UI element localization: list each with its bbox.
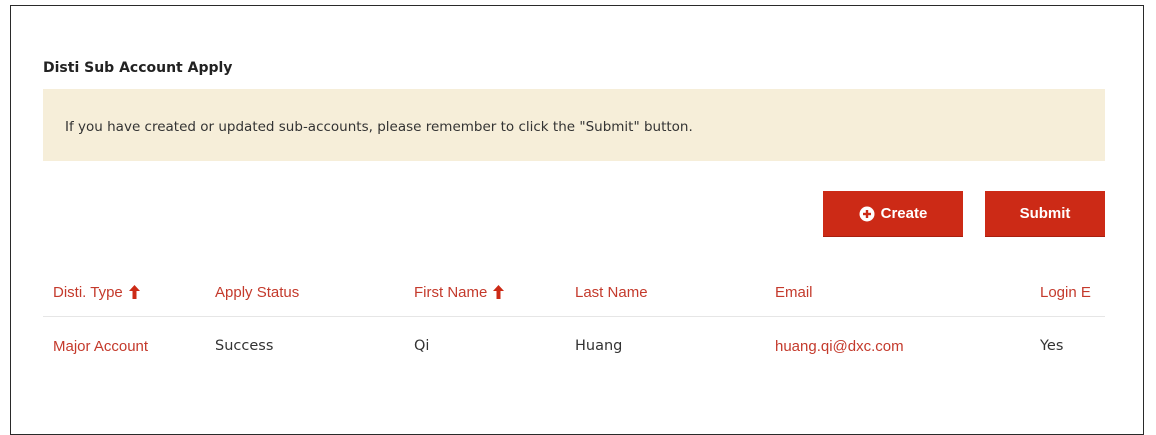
table-header-row: Disti. Type Apply Status First Name Last… [43, 268, 1105, 317]
column-header-label: Disti. Type [53, 283, 123, 301]
cell-first-name: Qi [414, 338, 430, 354]
cell-last-name: Huang [575, 338, 623, 354]
column-header-label: First Name [414, 283, 488, 301]
column-header-label: Last Name [575, 283, 648, 301]
plus-circle-icon [859, 206, 875, 222]
submit-button-label: Submit [1019, 205, 1071, 222]
column-header-disti-type[interactable]: Disti. Type [53, 268, 140, 316]
cell-login-enabled: Yes [1040, 338, 1064, 354]
create-button-label: Create [880, 205, 928, 222]
notice-text: If you have created or updated sub-accou… [65, 119, 693, 135]
column-header-login-enabled[interactable]: Login E [1040, 268, 1091, 316]
column-header-apply-status[interactable]: Apply Status [215, 268, 299, 316]
arrow-up-icon [128, 285, 140, 299]
arrow-up-icon [493, 285, 505, 299]
cell-disti-type[interactable]: Major Account [53, 317, 148, 375]
column-header-last-name[interactable]: Last Name [575, 268, 648, 316]
column-header-label: Login E [1040, 283, 1091, 301]
column-header-first-name[interactable]: First Name [414, 268, 505, 316]
panel-title: Disti Sub Account Apply [43, 60, 233, 76]
create-button[interactable]: Create [823, 191, 963, 237]
sub-accounts-table: Disti. Type Apply Status First Name Last… [43, 268, 1105, 388]
table-row: Major Account Success Qi Huang huang.qi@… [43, 317, 1105, 375]
cell-apply-status: Success [215, 338, 274, 354]
notice-banner: If you have created or updated sub-accou… [43, 89, 1105, 161]
cell-email[interactable]: huang.qi@dxc.com [775, 317, 904, 375]
submit-button[interactable]: Submit [985, 191, 1105, 237]
column-header-label: Apply Status [215, 283, 300, 301]
column-header-email[interactable]: Email [775, 268, 813, 316]
column-header-label: Email [775, 283, 813, 301]
